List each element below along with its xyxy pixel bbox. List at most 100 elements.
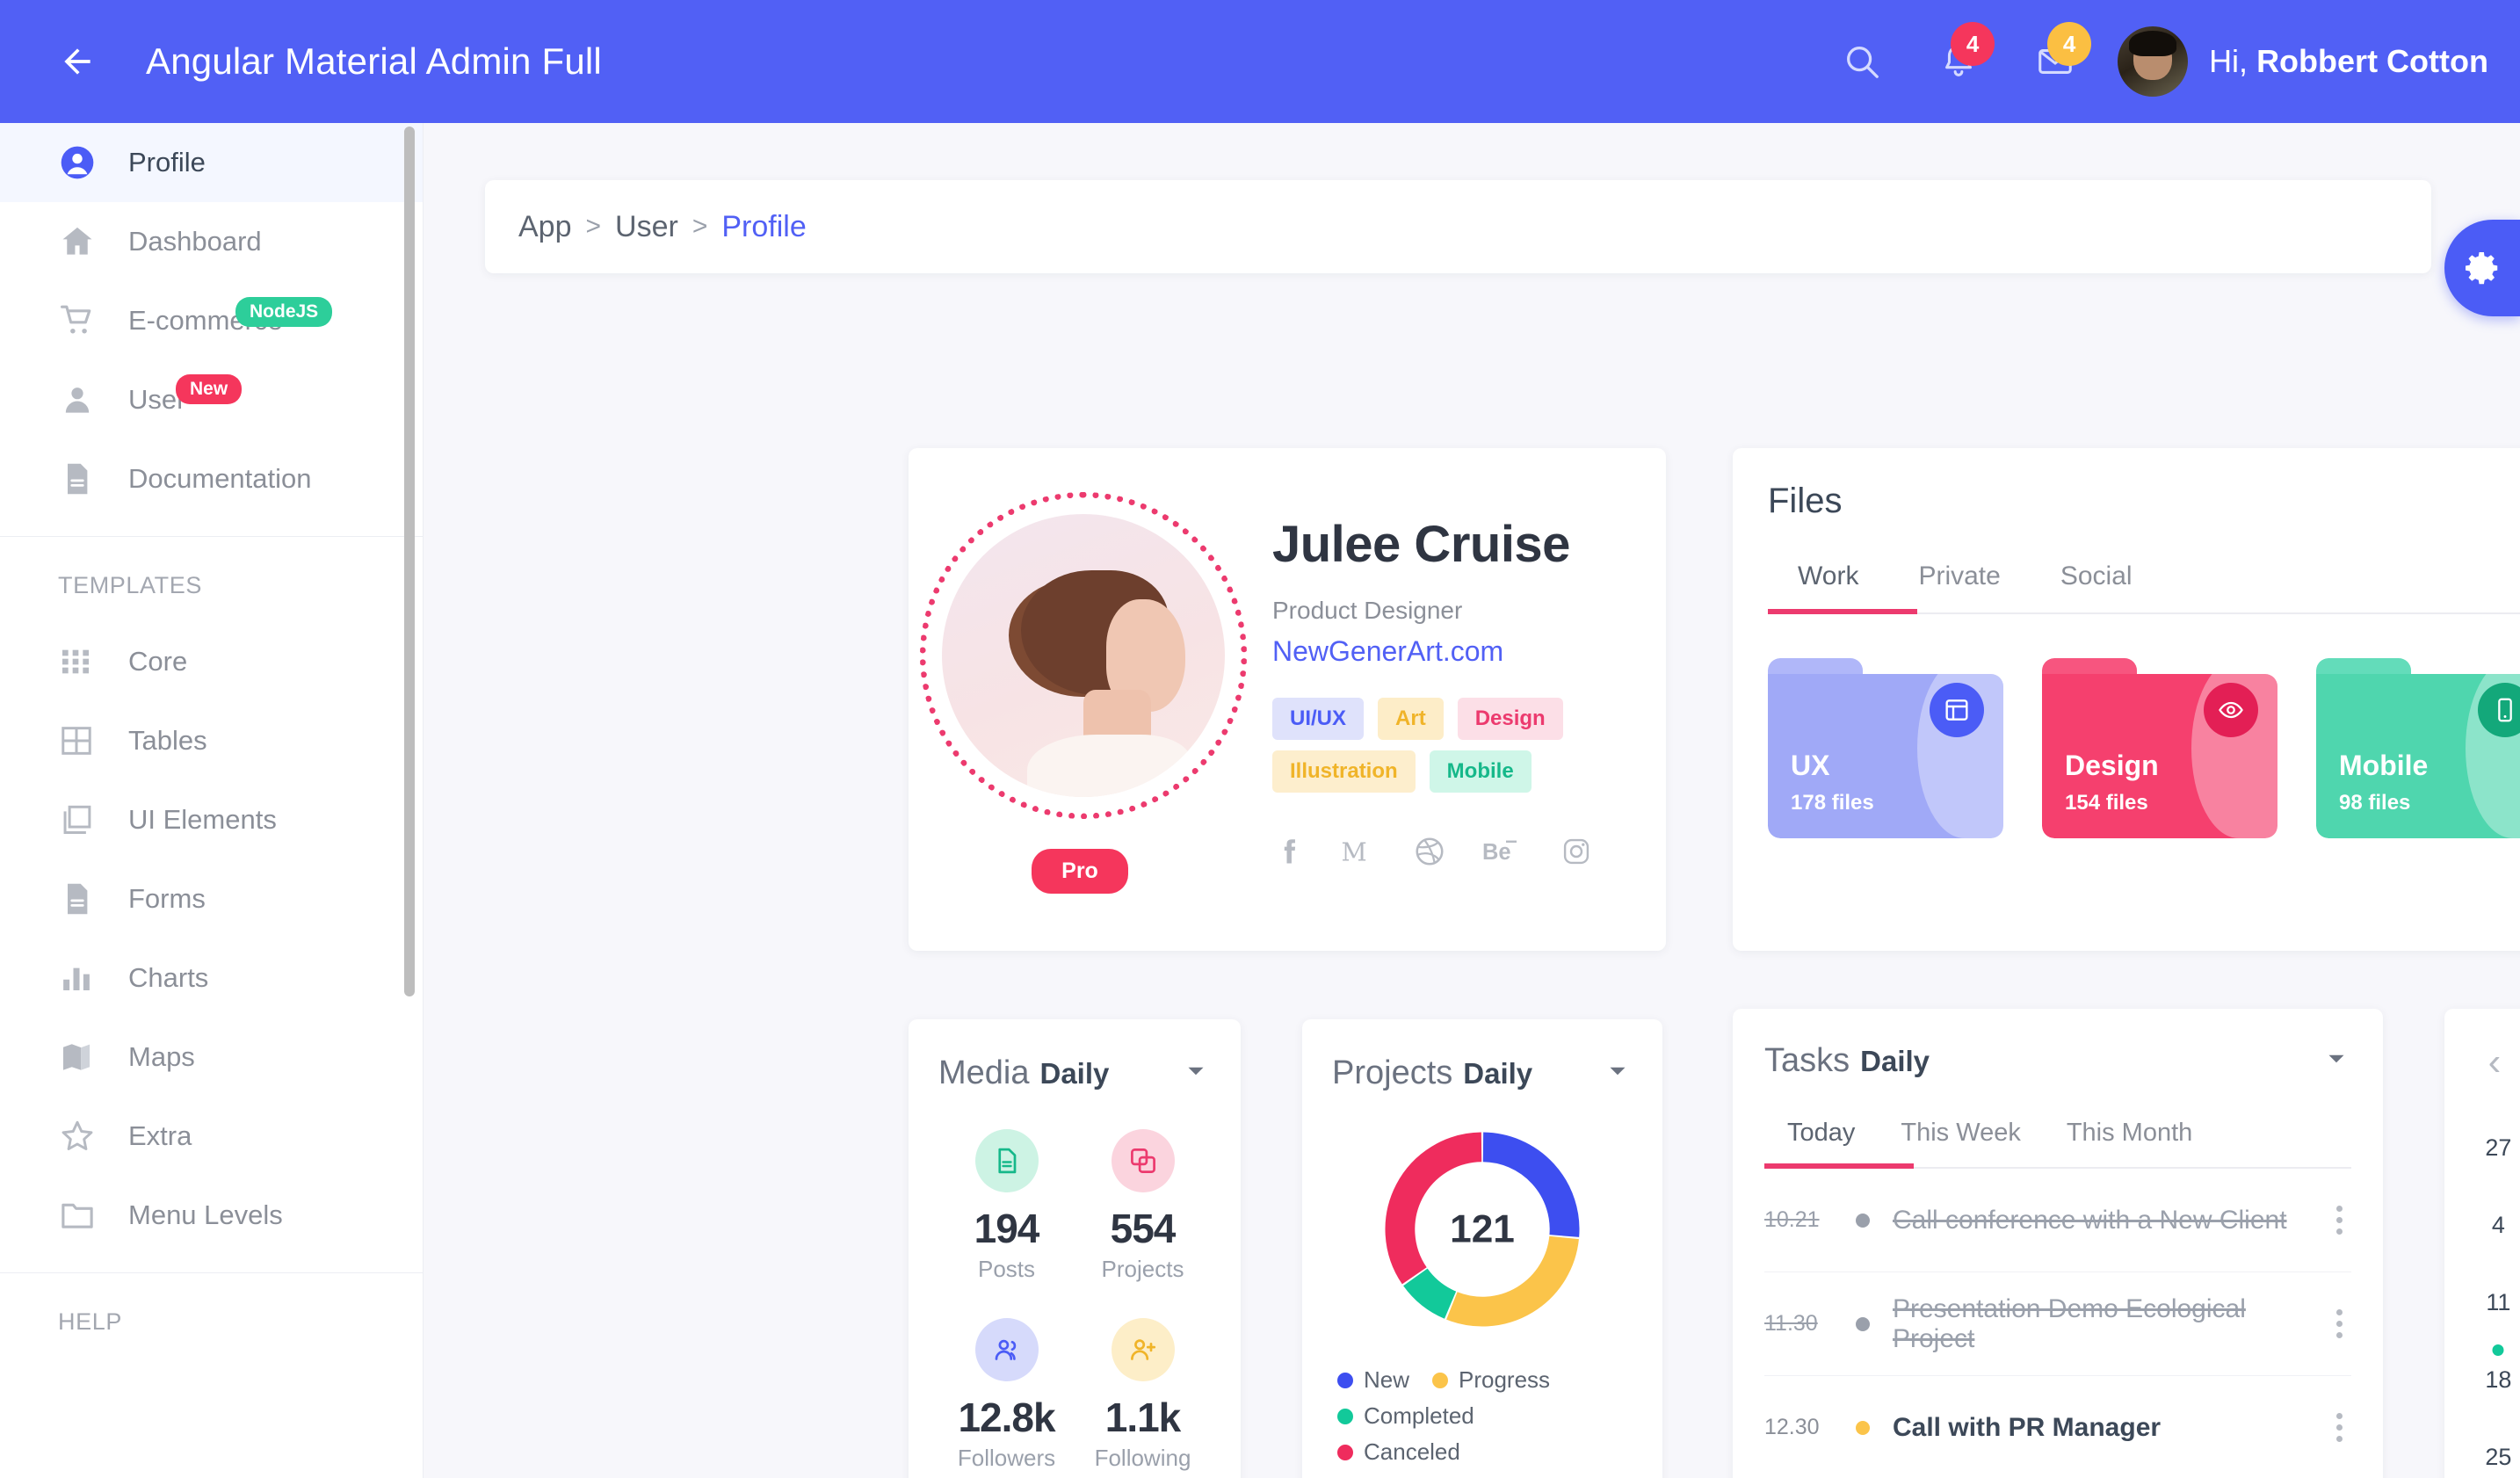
arrow-left-icon — [64, 48, 91, 75]
sidebar-chip-new: New — [176, 374, 243, 405]
avatar-ring — [920, 492, 1247, 819]
user-icon — [58, 380, 107, 419]
legend-dot — [1337, 1444, 1353, 1460]
profile-name: Julee Cruise — [1272, 516, 1570, 573]
sidebar-item-documentation[interactable]: Documentation — [0, 439, 423, 518]
task-status-dot — [1856, 1213, 1870, 1228]
sidebar-item-label: Dashboard — [128, 226, 262, 257]
breadcrumb-profile[interactable]: Profile — [721, 210, 806, 244]
tag-illustration[interactable]: Illustration — [1272, 750, 1416, 793]
tasks-card: Tasks Daily Today This Week This Month 1… — [1733, 1009, 2383, 1478]
facebook-icon[interactable] — [1272, 836, 1304, 867]
legend-completed: Completed — [1337, 1402, 1474, 1430]
legend-label: New — [1364, 1366, 1410, 1393]
calendar-day[interactable]: 25 — [2471, 1425, 2520, 1478]
calendar-day[interactable]: 27 — [2471, 1116, 2520, 1179]
table-icon — [58, 722, 107, 759]
back-button[interactable] — [49, 33, 105, 90]
tab-this-month[interactable]: This Month — [2044, 1119, 2215, 1169]
folder-list: UX 178 files Design 154 files Mobile 98 … — [1768, 658, 2520, 838]
tag-art[interactable]: Art — [1378, 698, 1444, 740]
sidebar-item-forms[interactable]: Forms — [0, 859, 423, 938]
profile-photo — [942, 514, 1225, 797]
sidebar-item-tables[interactable]: Tables — [0, 701, 423, 780]
sidebar-scrollbar[interactable] — [404, 127, 415, 996]
sidebar-item-label: Tables — [128, 725, 207, 756]
task-status-dot — [1856, 1316, 1870, 1331]
calendar-day-number: 11 — [2486, 1288, 2511, 1315]
folder-ux[interactable]: UX 178 files — [1768, 658, 2003, 838]
notifications-button[interactable]: 4 — [1924, 22, 1995, 96]
tab-social[interactable]: Social — [2031, 561, 2162, 614]
instagram-icon[interactable] — [1561, 836, 1592, 867]
tag-design[interactable]: Design — [1457, 698, 1563, 740]
map-icon — [58, 1039, 107, 1076]
sidebar-item-menu-levels[interactable]: Menu Levels — [0, 1176, 423, 1255]
chevron-down-icon[interactable] — [1603, 1056, 1633, 1090]
legend-label: Canceled — [1364, 1438, 1460, 1465]
task-menu-button[interactable] — [2328, 1300, 2351, 1347]
grid-icon — [58, 644, 107, 679]
folder-design[interactable]: Design 154 files — [2042, 658, 2277, 838]
breadcrumb-app[interactable]: App — [518, 210, 572, 244]
folder-name: Design — [2065, 750, 2159, 781]
messages-badge: 4 — [2047, 22, 2092, 66]
calendar-event-dot — [2492, 1344, 2504, 1356]
task-row[interactable]: 10.21 Call conference with a New Client — [1764, 1169, 2351, 1272]
sidebar-item-user[interactable]: New User — [0, 360, 423, 439]
files-tab-indicator — [1768, 609, 1917, 614]
chevron-down-icon[interactable] — [2321, 1044, 2351, 1078]
medium-icon[interactable]: M — [1339, 836, 1378, 867]
calendar-card: ‹ October 2020 › 27282930123456789101112… — [2444, 1009, 2520, 1478]
media-title: Media — [938, 1054, 1030, 1091]
sidebar-item-ui-elements[interactable]: UI Elements — [0, 780, 423, 859]
sidebar-item-ecommerce[interactable]: NodeJS E-commerce — [0, 281, 423, 360]
sidebar-item-label: Menu Levels — [128, 1199, 283, 1230]
tab-work[interactable]: Work — [1768, 561, 1888, 614]
sidebar-item-extra[interactable]: Extra — [0, 1097, 423, 1176]
task-menu-button[interactable] — [2328, 1197, 2351, 1243]
chevron-left-icon[interactable]: ‹ — [2471, 1039, 2518, 1086]
person-circle-icon — [58, 143, 107, 182]
calendar-day[interactable]: 4 — [2471, 1193, 2520, 1257]
tab-private[interactable]: Private — [1888, 561, 2030, 614]
tab-this-week[interactable]: This Week — [1878, 1119, 2043, 1169]
media-card: Media Daily 194 Posts 554 Projects 12.8k… — [909, 1019, 1241, 1478]
profile-website-link[interactable]: NewGenerArt.com — [1272, 635, 1592, 668]
sidebar-item-core[interactable]: Core — [0, 622, 423, 701]
calendar-day-number: 4 — [2491, 1211, 2505, 1238]
behance-icon[interactable]: Be — [1481, 836, 1525, 867]
sidebar-item-maps[interactable]: Maps — [0, 1018, 423, 1097]
tag-mobile[interactable]: Mobile — [1429, 750, 1532, 793]
projects-title: Projects — [1332, 1054, 1453, 1091]
breadcrumb-separator: > — [692, 212, 708, 241]
search-button[interactable] — [1828, 27, 1896, 96]
donut-chart: 121 — [1332, 1115, 1633, 1344]
person-add-icon — [1111, 1318, 1175, 1381]
sidebar-chip-nodejs: NodeJS — [235, 297, 333, 328]
task-row[interactable]: 12.30 Call with PR Manager — [1764, 1376, 2351, 1478]
stat-label: Followers — [957, 1445, 1056, 1471]
calendar-day-number: 25 — [2485, 1443, 2512, 1470]
tab-today[interactable]: Today — [1764, 1119, 1878, 1169]
sidebar-item-charts[interactable]: Charts — [0, 938, 423, 1018]
sidebar-item-profile[interactable]: Profile — [0, 123, 423, 202]
tasks-subtitle: Daily — [1860, 1044, 1930, 1077]
tag-ui-ux[interactable]: UI/UX — [1272, 698, 1365, 740]
messages-button[interactable]: 4 — [2021, 22, 2092, 96]
task-row[interactable]: 11.30 Presentation Demo Ecological Proje… — [1764, 1272, 2351, 1376]
sidebar-item-label: Maps — [128, 1041, 195, 1072]
chevron-down-icon[interactable] — [1181, 1056, 1211, 1090]
pro-badge[interactable]: Pro — [1032, 849, 1128, 894]
task-name: Call with PR Manager — [1893, 1412, 2162, 1442]
calendar-day[interactable]: 18 — [2471, 1344, 2520, 1411]
folder-mobile[interactable]: Mobile 98 files — [2316, 658, 2520, 838]
sidebar-item-label: Extra — [128, 1120, 192, 1151]
avatar[interactable] — [2118, 26, 2189, 97]
dribbble-icon[interactable] — [1413, 835, 1446, 868]
breadcrumb-user[interactable]: User — [615, 210, 678, 244]
calendar-day[interactable]: 11 — [2471, 1271, 2520, 1334]
task-menu-button[interactable] — [2328, 1404, 2351, 1451]
sidebar-item-dashboard[interactable]: Dashboard — [0, 202, 423, 281]
stat-label: Following — [1094, 1445, 1191, 1471]
